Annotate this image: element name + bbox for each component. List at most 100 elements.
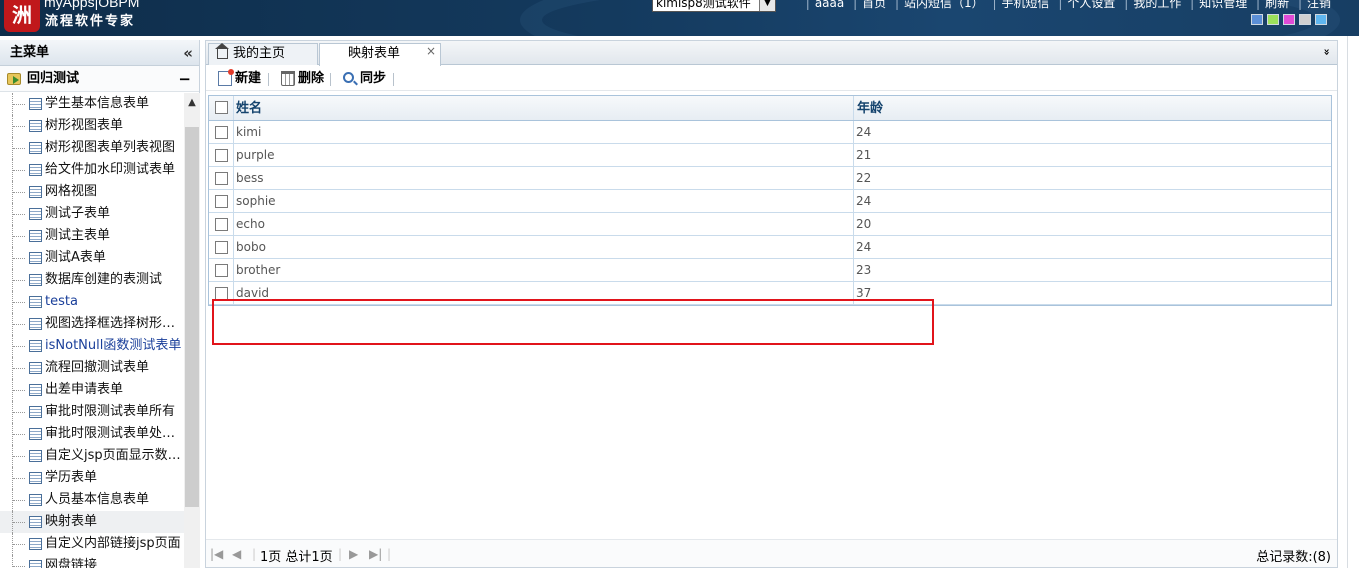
menu-item[interactable]: 映射表单 [0,511,184,533]
theme-swatch[interactable] [1315,14,1327,25]
menu-item[interactable]: 自定义jsp页面显示数据... [0,445,184,467]
nav-refresh[interactable]: 刷新 [1265,0,1289,10]
menu-item[interactable]: 学生基本信息表单 [0,93,184,115]
right-gutter [1339,36,1359,568]
menu-item[interactable]: 自定义内部链接jsp页面 [0,533,184,555]
sync-button[interactable]: 同步 [343,70,386,88]
nav-home[interactable]: 首页 [862,0,886,10]
menu-item[interactable]: 审批时限测试表单处理过 [0,423,184,445]
theme-swatch[interactable] [1283,14,1295,25]
menu-item-label: 自定义jsp页面显示数据... [45,448,184,463]
collapse-group-icon[interactable]: − [178,66,191,92]
menu-item[interactable]: 给文件加水印测试表单 [0,159,184,181]
menu-header: 主菜单 « [0,40,199,66]
application-select[interactable]: kimisp8测试软件 ▼ [652,0,776,12]
menu-group[interactable]: 回归测试 − [0,66,199,92]
column-divider [853,144,854,166]
column-header-age[interactable]: 年龄 [857,96,883,121]
tab-home-label: 我的主页 [233,46,286,61]
menu-item[interactable]: 视图选择框选择树形视图 [0,313,184,335]
toolbar-divider [330,73,331,86]
last-page-icon[interactable]: ▶| [369,547,382,561]
table-row[interactable]: sophie 24 [209,190,1331,213]
collapse-icon[interactable]: « [183,40,193,66]
theme-swatch[interactable] [1267,14,1279,25]
form-icon [29,164,42,176]
column-divider [233,190,234,212]
menu-item[interactable]: 学历表单 [0,467,184,489]
menu-item[interactable]: 树形视图表单 [0,115,184,137]
menu-scrollbar[interactable]: ▲ [184,93,200,568]
row-checkbox[interactable] [215,264,228,277]
row-checkbox[interactable] [215,241,228,254]
menu-item[interactable]: 人员基本信息表单 [0,489,184,511]
new-button[interactable]: 新建 [218,69,262,88]
column-divider [853,96,854,120]
menu-item[interactable]: 网格视图 [0,181,184,203]
row-checkbox[interactable] [215,126,228,139]
table-row[interactable]: brother 23 [209,259,1331,282]
pagination-bar: |◀ ◀ | 1页 总计1页 | ▶ ▶| | 总记录数:(8) [206,539,1337,567]
nav-user[interactable]: aaaa [815,0,844,10]
nav-knowledge[interactable]: 知识管理 [1199,0,1247,10]
search-icon [343,72,354,83]
table-row[interactable]: echo 20 [209,213,1331,236]
menu-item[interactable]: 测试A表单 [0,247,184,269]
menu-item[interactable]: isNotNull函数测试表单 [0,335,184,357]
column-divider [233,259,234,281]
nav-sms[interactable]: 手机短信 [1002,0,1050,10]
menu-item-label: 出差申请表单 [45,382,124,397]
table-row[interactable]: bobo 24 [209,236,1331,259]
new-button-label: 新建 [235,71,262,86]
tree-connector [12,335,26,357]
next-page-icon[interactable]: ▶ [349,547,358,561]
tab-home[interactable]: 我的主页 [208,43,318,65]
menu-item[interactable]: testa [0,291,184,313]
chevron-down-icon[interactable]: ▼ [759,0,775,11]
tab-mapping-form[interactable]: 映射表单 × [319,43,441,66]
first-page-icon[interactable]: |◀ [210,547,223,561]
menu-item[interactable]: 流程回撤测试表单 [0,357,184,379]
prev-page-icon[interactable]: ◀ [232,547,241,561]
row-checkbox[interactable] [215,195,228,208]
menu-item[interactable]: 网盘链接 [0,555,184,568]
gutter-line [1347,36,1348,568]
menu-item[interactable]: 测试子表单 [0,203,184,225]
column-header-name[interactable]: 姓名 [236,96,262,121]
column-divider [853,236,854,258]
row-checkbox[interactable] [215,149,228,162]
nav-messages[interactable]: 站内短信（1） [904,0,984,10]
close-icon[interactable]: × [426,41,436,61]
scroll-up-icon[interactable]: ▲ [184,93,200,113]
nav-my-work[interactable]: 我的工作 [1133,0,1181,10]
row-checkbox[interactable] [215,218,228,231]
tab-list-icon[interactable]: » [1319,44,1335,60]
menu-item[interactable]: 数据库创建的表测试 [0,269,184,291]
tree-connector [12,247,26,269]
data-grid: 姓名 年龄 kimi 24 purple 21 bess 22 sophie 24 echo 20… [208,95,1332,306]
column-divider [233,96,234,120]
toolbar-divider [393,73,394,86]
menu-item[interactable]: 树形视图表单列表视图 [0,137,184,159]
menu-item-label: isNotNull函数测试表单 [45,338,182,353]
menu-item-label: 审批时限测试表单处理过 [45,426,184,441]
menu-item-label: 审批时限测试表单所有 [45,404,176,419]
menu-item-label: 数据库创建的表测试 [45,272,163,287]
nav-logout[interactable]: 注销 [1307,0,1331,10]
menu-title: 主菜单 [10,45,50,60]
nav-settings[interactable]: 个人设置 [1067,0,1115,10]
table-row[interactable]: purple 21 [209,144,1331,167]
theme-swatch[interactable] [1251,14,1263,25]
theme-swatch[interactable] [1299,14,1311,25]
delete-button[interactable]: 删除 [281,70,324,88]
column-divider [853,259,854,281]
table-row[interactable]: kimi 24 [209,121,1331,144]
cell-name: bobo [236,240,266,254]
scrollbar-thumb[interactable] [185,127,199,507]
select-all-checkbox[interactable] [215,101,228,114]
menu-item[interactable]: 测试主表单 [0,225,184,247]
menu-item[interactable]: 审批时限测试表单所有 [0,401,184,423]
row-checkbox[interactable] [215,172,228,185]
menu-item[interactable]: 出差申请表单 [0,379,184,401]
table-row[interactable]: bess 22 [209,167,1331,190]
